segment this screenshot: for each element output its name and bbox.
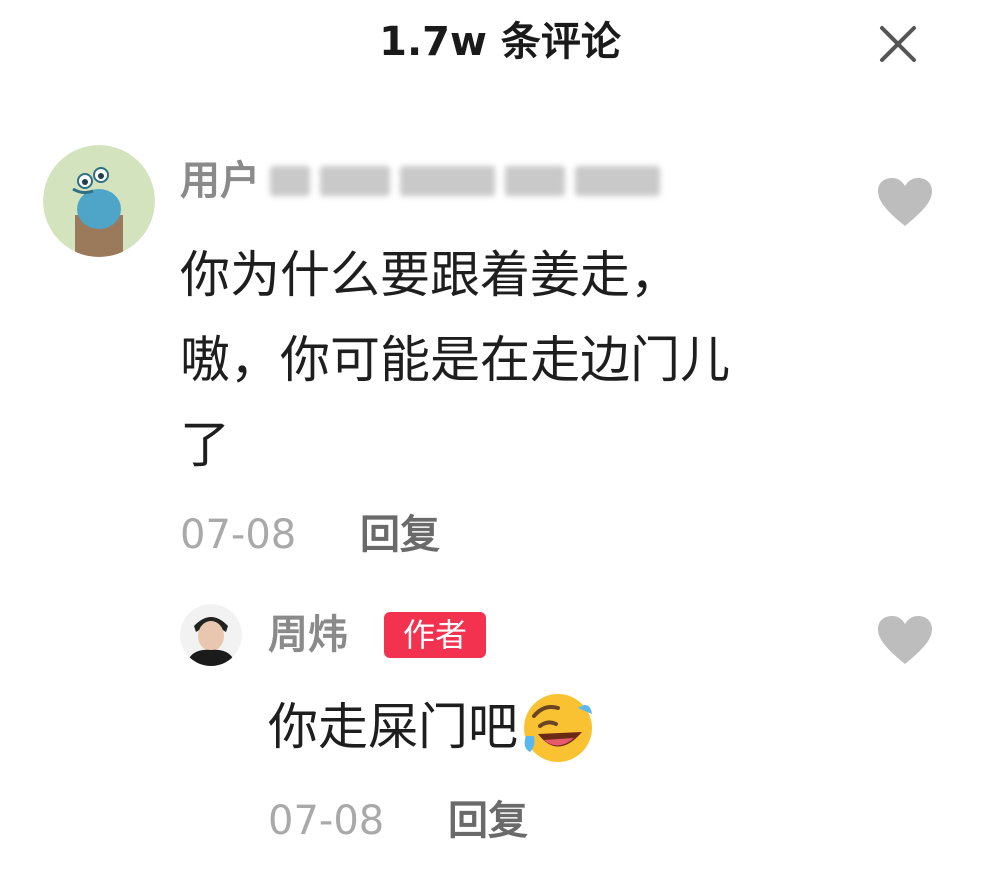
username-obscured-part <box>400 166 495 196</box>
username-obscured-part <box>505 166 565 196</box>
comment-line: 你走屎门吧 <box>268 698 518 756</box>
comment-text: 你走屎门吧 <box>268 685 596 770</box>
comment-count-title: 1.7w 条评论 <box>379 19 621 65</box>
comment-line: 嗷，你可能是在走边门儿 <box>180 331 730 389</box>
like-button[interactable] <box>876 176 934 228</box>
close-icon <box>880 26 916 62</box>
username[interactable]: 用户 <box>180 156 660 206</box>
close-button[interactable] <box>876 22 920 66</box>
like-button[interactable] <box>876 614 934 666</box>
username-visible: 用户 <box>180 158 260 204</box>
author-badge: 作者 <box>384 612 486 658</box>
rolling-on-floor-laughing-emoji <box>524 693 592 762</box>
comment-line: 你为什么要跟着姜走， <box>180 246 680 304</box>
heart-icon <box>878 616 932 664</box>
comment-text: 你为什么要跟着姜走， 嗷，你可能是在走边门儿 了 <box>180 233 860 488</box>
comment-date: 07-08 <box>180 512 297 558</box>
username-obscured-part <box>575 166 660 196</box>
avatar[interactable] <box>180 604 242 666</box>
username-obscured-part <box>270 166 310 196</box>
comment-date: 07-08 <box>268 798 385 844</box>
username[interactable]: 周炜 <box>268 610 348 660</box>
avatar[interactable] <box>43 145 155 257</box>
reply-button[interactable]: 回复 <box>448 796 528 846</box>
username-obscured-part <box>320 166 390 196</box>
reply-button[interactable]: 回复 <box>360 510 440 560</box>
heart-icon <box>878 178 932 226</box>
comment-line: 了 <box>180 416 230 474</box>
